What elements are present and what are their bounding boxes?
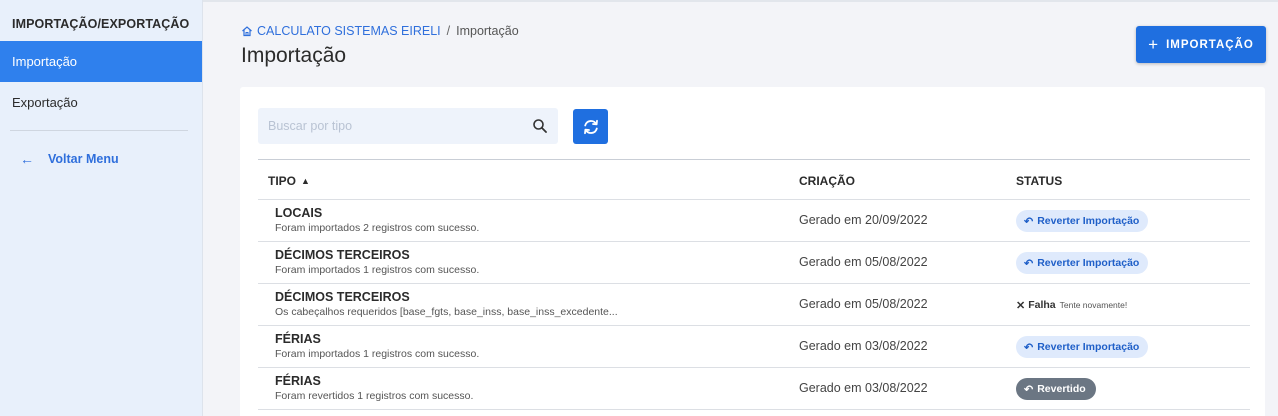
refresh-icon bbox=[583, 119, 598, 134]
row-description: Foram importados 1 registros com sucesso… bbox=[275, 264, 480, 276]
breadcrumb: CALCULATO SISTEMAS EIRELI / Importação bbox=[241, 24, 519, 38]
breadcrumb-separator: / bbox=[446, 24, 451, 38]
revert-import-button[interactable]: ↶ Reverter Importação bbox=[1016, 336, 1149, 358]
row-description: Os cabeçalhos requeridos [base_fgts, bas… bbox=[275, 306, 618, 318]
page-title: Importação bbox=[241, 44, 347, 67]
row-created: Gerado em 03/08/2022 bbox=[799, 381, 928, 395]
sidebar-title: IMPORTAÇÃO/EXPORTAÇÃO bbox=[12, 17, 190, 31]
row-status-cell: ↶ Revertido bbox=[1016, 377, 1096, 401]
row-status-cell: ↶ Reverter Importação bbox=[1016, 209, 1149, 233]
row-title: DÉCIMOS TERCEIROS bbox=[275, 248, 410, 262]
row-description: Foram importados 2 registros com sucesso… bbox=[275, 222, 480, 234]
fail-label: Falha bbox=[1028, 299, 1056, 311]
top-divider bbox=[203, 0, 1278, 2]
plus-icon: + bbox=[1148, 35, 1160, 54]
back-to-menu-label: Voltar Menu bbox=[48, 152, 119, 166]
row-status-cell: ↶ Reverter Importação bbox=[1016, 335, 1149, 359]
undo-icon: ↶ bbox=[1024, 215, 1034, 228]
refresh-button[interactable] bbox=[573, 109, 608, 144]
status-reverted-badge: ↶ Revertido bbox=[1016, 378, 1096, 400]
breadcrumb-current: Importação bbox=[456, 24, 519, 38]
fail-hint: Tente novamente! bbox=[1059, 300, 1128, 310]
row-created: Gerado em 05/08/2022 bbox=[799, 297, 928, 311]
back-to-menu-link[interactable]: ← Voltar Menu bbox=[0, 131, 202, 167]
revert-import-label: Reverter Importação bbox=[1037, 257, 1140, 269]
sort-ascending-icon: ▲ bbox=[301, 176, 310, 186]
sidebar: IMPORTAÇÃO/EXPORTAÇÃO Importação Exporta… bbox=[0, 0, 203, 416]
row-tipo-cell: FÉRIAS Foram revertidos 1 registros com … bbox=[275, 374, 473, 403]
row-description: Foram importados 1 registros com sucesso… bbox=[275, 348, 480, 360]
column-header-criacao[interactable]: CRIAÇÃO bbox=[799, 174, 855, 188]
revert-import-button[interactable]: ↶ Reverter Importação bbox=[1016, 252, 1149, 274]
undo-icon: ↶ bbox=[1024, 341, 1034, 354]
column-header-status[interactable]: STATUS bbox=[1016, 174, 1062, 188]
column-header-tipo[interactable]: TIPO ▲ bbox=[268, 174, 310, 188]
table-row: DÉCIMOS TERCEIROS Foram importados 1 reg… bbox=[258, 242, 1250, 284]
table-header: TIPO ▲ CRIAÇÃO STATUS bbox=[258, 159, 1250, 200]
row-title: DÉCIMOS TERCEIROS bbox=[275, 290, 410, 304]
row-title: FÉRIAS bbox=[275, 332, 321, 346]
table-row: DÉCIMOS TERCEIROS Os cabeçalhos requerid… bbox=[258, 284, 1250, 326]
row-tipo-cell: DÉCIMOS TERCEIROS Foram importados 1 reg… bbox=[275, 248, 479, 277]
table-row: FÉRIAS Foram revertidos 1 registros com … bbox=[258, 368, 1250, 410]
row-tipo-cell: LOCAIS Foram importados 2 registros com … bbox=[275, 206, 479, 235]
row-tipo-cell: DÉCIMOS TERCEIROS Os cabeçalhos requerid… bbox=[275, 290, 618, 319]
breadcrumb-home-link[interactable]: CALCULATO SISTEMAS EIRELI bbox=[257, 24, 441, 38]
import-list-card: TIPO ▲ CRIAÇÃO STATUS LOCAIS Foram impor… bbox=[240, 87, 1265, 416]
search-box bbox=[258, 108, 558, 144]
sidebar-item-importacao[interactable]: Importação bbox=[0, 41, 202, 82]
column-header-tipo-label: TIPO bbox=[268, 174, 297, 188]
home-icon bbox=[242, 26, 252, 37]
row-created: Gerado em 05/08/2022 bbox=[799, 255, 928, 269]
row-status-cell: ✕ Falha Tente novamente! bbox=[1016, 293, 1127, 317]
reverted-label: Revertido bbox=[1037, 383, 1086, 395]
undo-icon: ↶ bbox=[1024, 257, 1034, 270]
row-title: LOCAIS bbox=[275, 206, 323, 220]
table-row: LOCAIS Foram importados 2 registros com … bbox=[258, 200, 1250, 242]
row-tipo-cell: FÉRIAS Foram importados 1 registros com … bbox=[275, 332, 479, 361]
revert-import-label: Reverter Importação bbox=[1037, 215, 1140, 227]
imports-table: TIPO ▲ CRIAÇÃO STATUS LOCAIS Foram impor… bbox=[258, 159, 1250, 410]
row-created: Gerado em 03/08/2022 bbox=[799, 339, 928, 353]
table-row: FÉRIAS Foram importados 1 registros com … bbox=[258, 326, 1250, 368]
close-icon: ✕ bbox=[1016, 299, 1026, 312]
search-input[interactable] bbox=[258, 108, 518, 144]
add-importacao-button[interactable]: + IMPORTAÇÃO bbox=[1136, 26, 1266, 63]
arrow-left-icon: ← bbox=[20, 151, 34, 167]
row-description: Foram revertidos 1 registros com sucesso… bbox=[275, 390, 474, 402]
row-status-cell: ↶ Reverter Importação bbox=[1016, 251, 1149, 275]
row-title: FÉRIAS bbox=[275, 374, 321, 388]
revert-import-button[interactable]: ↶ Reverter Importação bbox=[1016, 210, 1149, 232]
search-icon[interactable] bbox=[532, 118, 548, 134]
main-content: CALCULATO SISTEMAS EIRELI / Importação I… bbox=[203, 0, 1278, 416]
sidebar-item-exportacao[interactable]: Exportação bbox=[0, 82, 202, 123]
undo-icon: ↶ bbox=[1024, 383, 1034, 396]
revert-import-label: Reverter Importação bbox=[1037, 341, 1140, 353]
add-importacao-label: IMPORTAÇÃO bbox=[1166, 38, 1254, 51]
status-failed: ✕ Falha Tente novamente! bbox=[1016, 299, 1127, 312]
row-created: Gerado em 20/09/2022 bbox=[799, 213, 928, 227]
